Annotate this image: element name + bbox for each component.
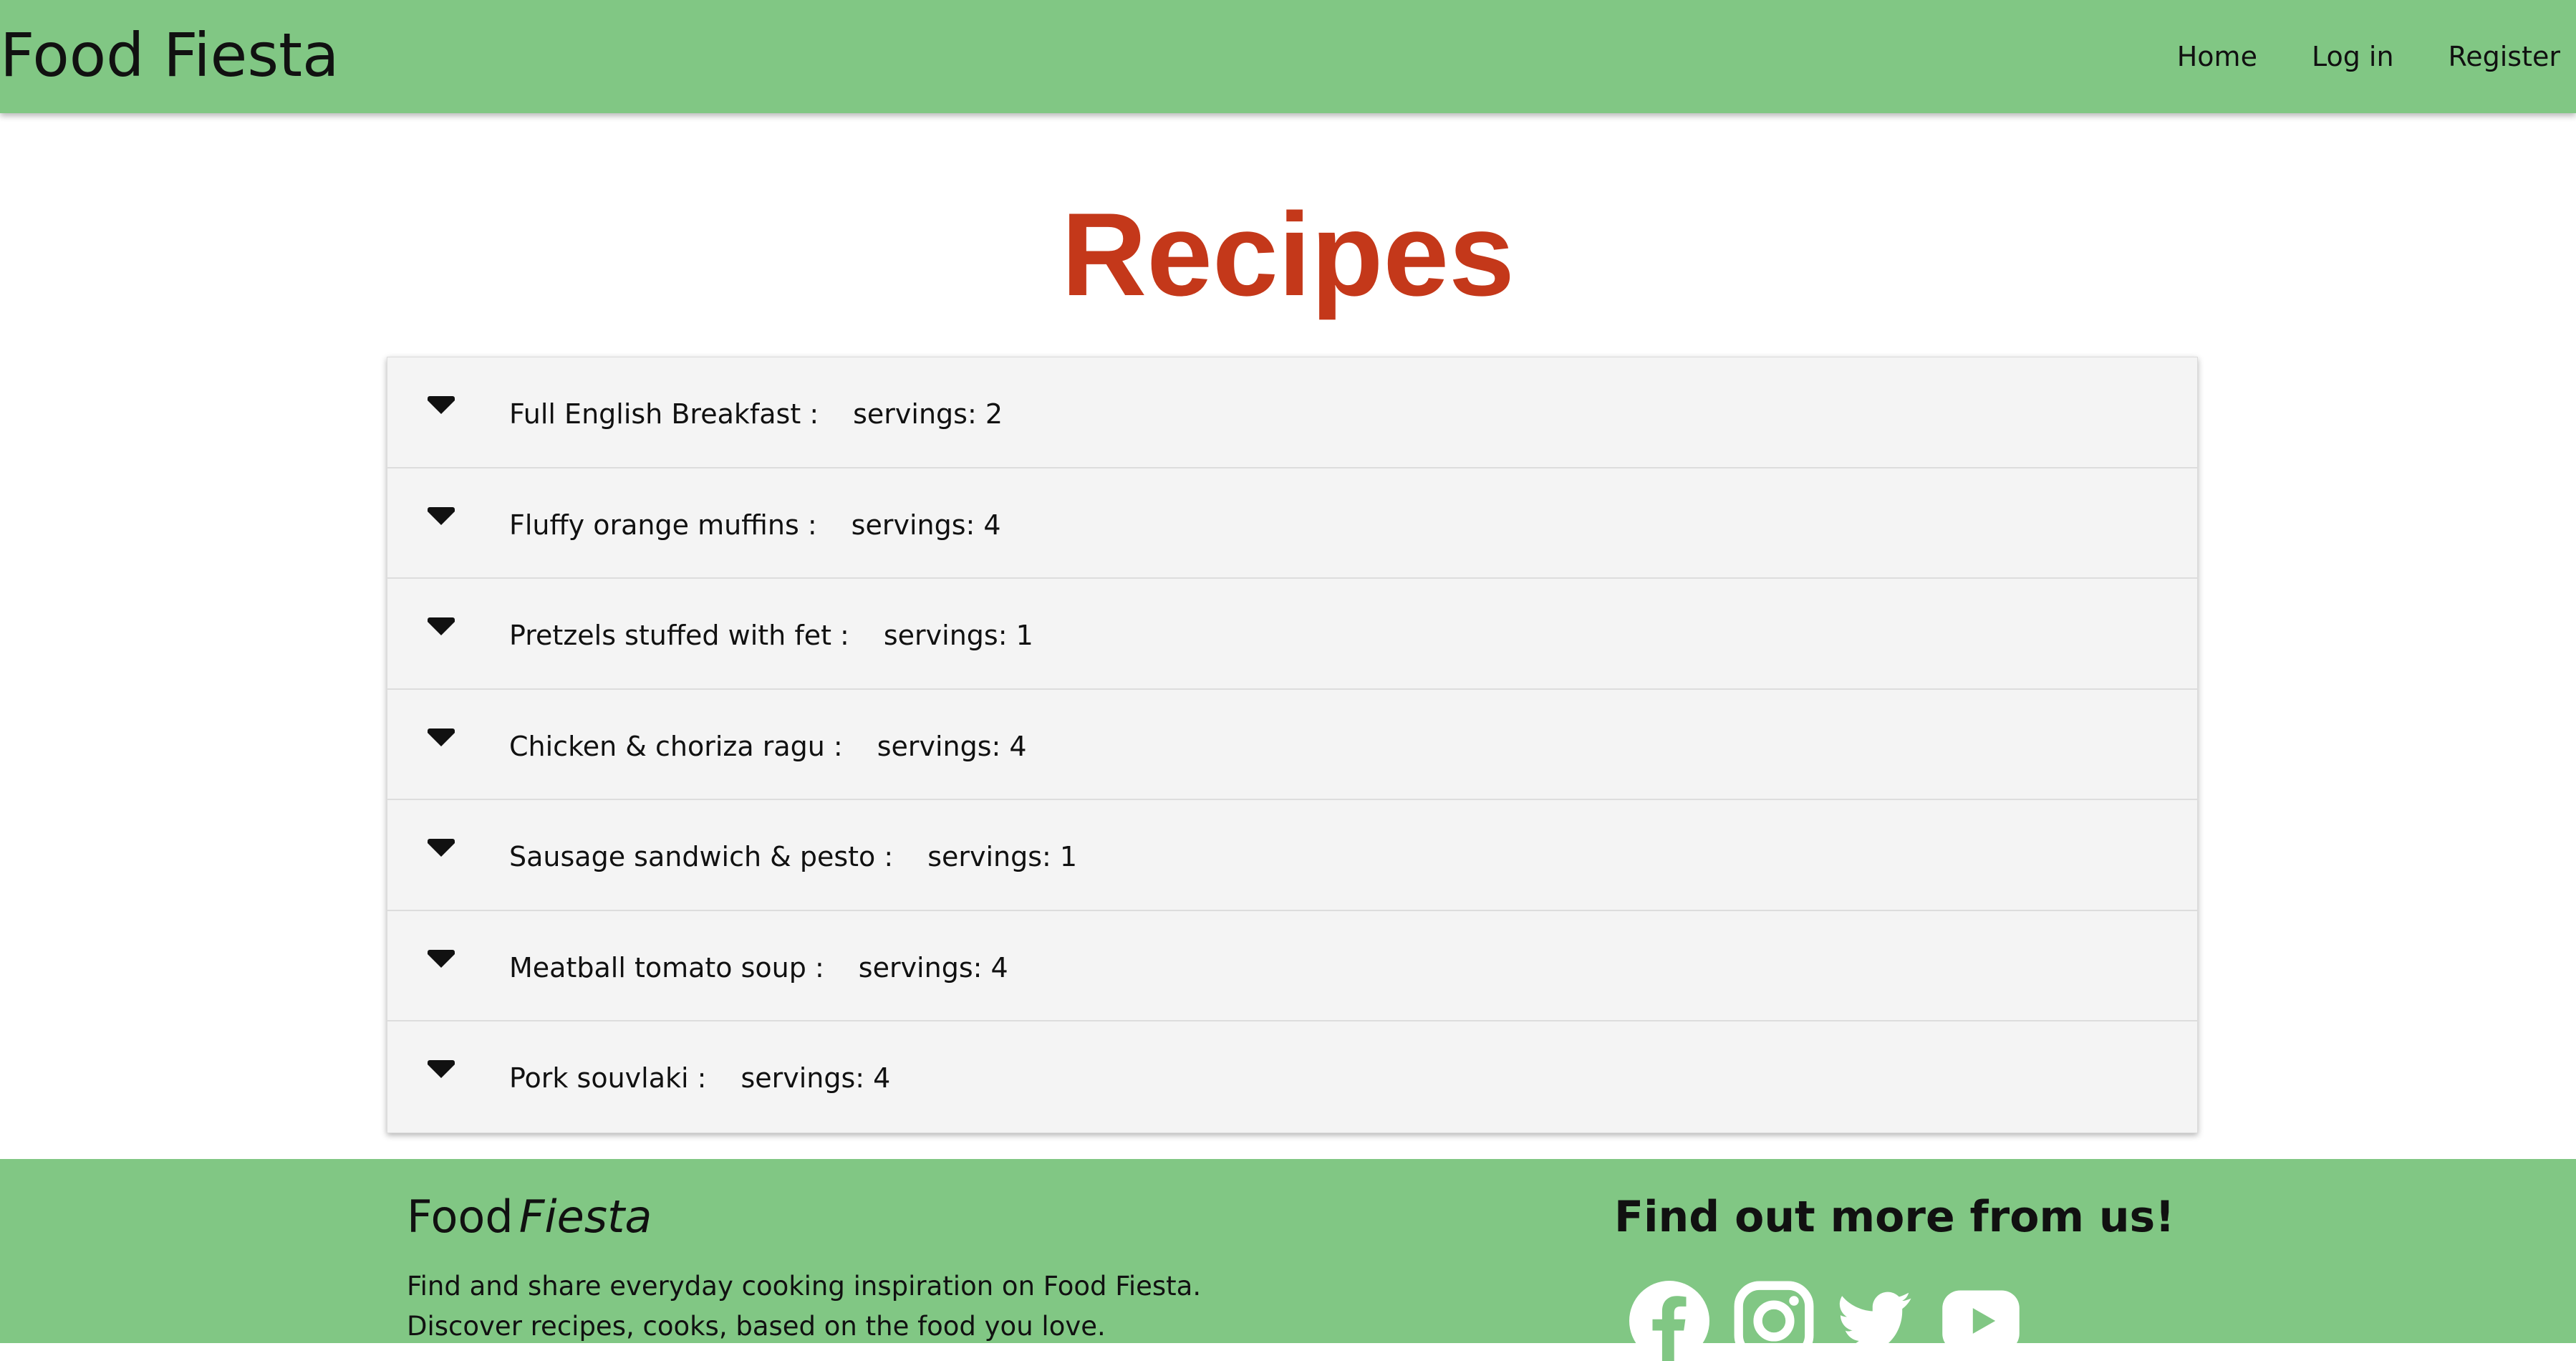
nav-link-home[interactable]: Home [2177, 41, 2257, 72]
caret-down-icon[interactable] [428, 949, 455, 968]
caret-down-icon[interactable] [428, 728, 455, 746]
recipe-servings: servings: 1 [883, 620, 1033, 651]
caret-down-icon[interactable] [428, 617, 455, 635]
recipe-servings: servings: 1 [927, 841, 1078, 872]
recipe-row[interactable]: Fluffy orange muffins : servings: 4 [387, 468, 2197, 579]
page-title: Recipes [1061, 188, 1515, 320]
recipe-servings: servings: 4 [877, 730, 1027, 762]
nav-links: Home Log in Register [2123, 0, 2560, 113]
footer-brand-accent: Fiesta [518, 1191, 652, 1243]
recipe-row[interactable]: Sausage sandwich & pesto : servings: 1 [387, 800, 2197, 911]
youtube-icon[interactable] [1941, 1281, 2021, 1361]
footer-brand: Food Fiesta [407, 1188, 652, 1246]
recipes-accordion: Full English Breakfast : servings: 2 Fluf… [387, 357, 2198, 1133]
recipe-name: Pretzels stuffed with fet : [509, 620, 849, 651]
footer-description: Find and share everyday cooking inspirat… [407, 1271, 1202, 1342]
recipe-name: Fluffy orange muffins : [509, 509, 817, 541]
recipe-servings: servings: 4 [851, 509, 1001, 541]
recipe-name: Meatball tomato soup : [509, 951, 824, 984]
recipe-name: Pork souvlaki : [509, 1062, 707, 1094]
footer: Food Fiesta Find and share everyday cooki… [0, 1159, 2576, 1361]
caret-down-icon[interactable] [428, 839, 455, 857]
nav-link-register[interactable]: Register [2449, 41, 2560, 72]
recipe-name: Sausage sandwich & pesto : [509, 841, 894, 872]
caret-down-icon[interactable] [428, 1060, 455, 1078]
facebook-icon[interactable] [1629, 1281, 1709, 1361]
recipe-row[interactable]: Meatball tomato soup : servings: 4 [387, 911, 2197, 1021]
footer-brand-main: Food [407, 1191, 513, 1243]
recipe-name: Full English Breakfast : [509, 398, 819, 430]
caret-down-icon[interactable] [428, 396, 455, 414]
nav-link-login[interactable]: Log in [2312, 41, 2394, 72]
brand-logo-link[interactable]: Food Fiesta [0, 16, 339, 95]
footer-heading: Find out more from us! [1614, 1192, 2175, 1242]
recipe-servings: servings: 4 [858, 951, 1008, 984]
navbar: Food Fiesta Home Log in Register [0, 0, 2576, 113]
recipe-row[interactable]: Chicken & choriza ragu : servings: 4 [387, 690, 2197, 800]
recipe-row[interactable]: Pork souvlaki : servings: 4 [387, 1021, 2197, 1132]
recipe-row[interactable]: Full English Breakfast : servings: 2 [387, 357, 2197, 468]
caret-down-icon[interactable] [428, 506, 455, 525]
twitter-icon[interactable] [1834, 1281, 1914, 1361]
instagram-icon[interactable] [1734, 1281, 1814, 1361]
recipe-servings: servings: 4 [741, 1062, 891, 1094]
recipe-servings: servings: 2 [853, 398, 1003, 430]
recipe-row[interactable]: Pretzels stuffed with fet : servings: 1 [387, 579, 2197, 690]
recipe-name: Chicken & choriza ragu : [509, 730, 843, 762]
